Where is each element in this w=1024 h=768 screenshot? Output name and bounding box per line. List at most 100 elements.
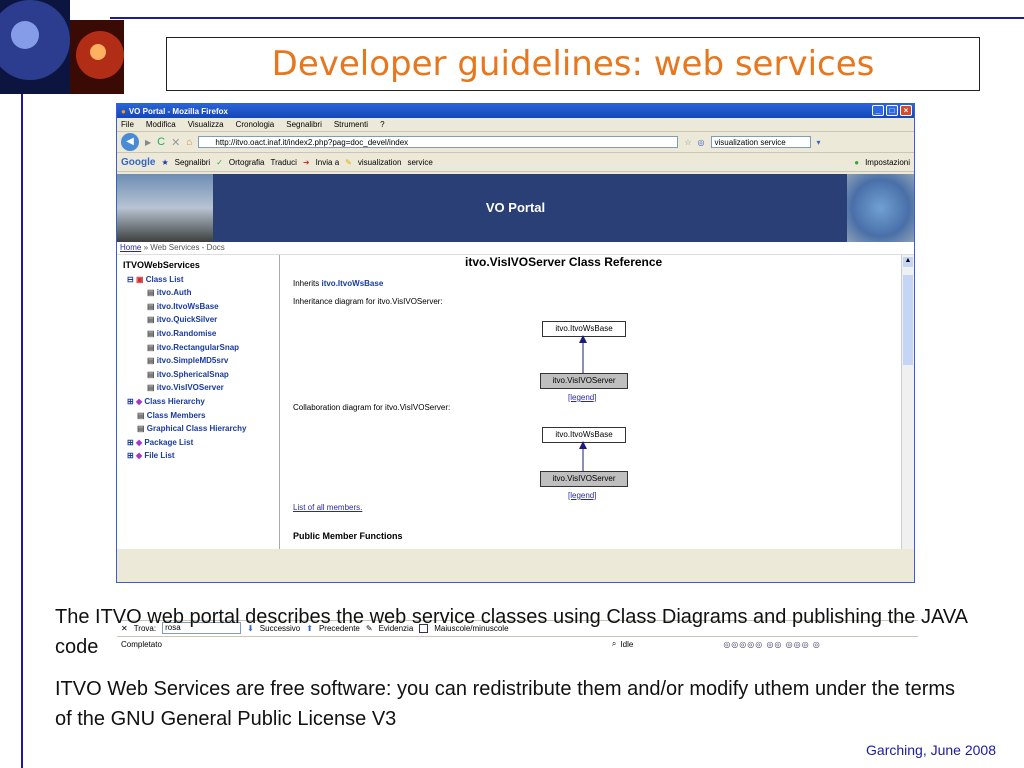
- collab-derived-box[interactable]: itvo.VisIVOServer: [540, 471, 628, 487]
- tree-item[interactable]: ▤ itvo.Randomise: [123, 327, 279, 341]
- search-go-icon[interactable]: ▾: [817, 138, 821, 147]
- spellcheck-icon[interactable]: ✓: [216, 158, 223, 167]
- tree-class-hierarchy[interactable]: ⊞ ◆ Class Hierarchy: [123, 395, 279, 409]
- legend-link-2[interactable]: [legend]: [568, 491, 596, 500]
- page-icon: ▤: [137, 410, 145, 420]
- paragraph-2: ITVO Web Services are free software: you…: [55, 678, 956, 730]
- tree-graphical-hierarchy[interactable]: ▤ Graphical Class Hierarchy: [123, 422, 279, 436]
- page-icon: ▤: [147, 383, 155, 393]
- page-icon: ▤: [147, 356, 155, 366]
- tree-item[interactable]: ▤ itvo.RectangularSnap: [123, 341, 279, 355]
- maximize-icon[interactable]: □: [886, 105, 898, 116]
- inherits-line: Inherits itvo.ItvoWsBase: [293, 279, 384, 288]
- menu-modifica[interactable]: Modifica: [146, 120, 176, 129]
- send-icon[interactable]: ➜: [303, 158, 310, 167]
- google-toolbar: Google ★ Segnalibri ✓ Ortografia Traduci…: [117, 153, 914, 172]
- google-logo[interactable]: Google: [121, 157, 155, 168]
- breadcrumb-rest: » Web Services - Docs: [143, 243, 225, 252]
- window-titlebar: ● VO Portal - Mozilla Firefox _ □ ×: [117, 104, 914, 118]
- home-link[interactable]: Home: [120, 243, 141, 252]
- book-icon: ▣: [135, 274, 144, 284]
- folder-icon: ◆: [135, 396, 143, 406]
- breadcrumb: Home » Web Services - Docs: [117, 242, 914, 255]
- menu-bar: File Modifica Visualizza Cronologia Segn…: [117, 118, 914, 132]
- page-icon: ▤: [147, 315, 155, 325]
- tree-item[interactable]: ▤ itvo.Auth: [123, 286, 279, 300]
- section-heading: Public Member Functions: [293, 531, 403, 541]
- navigation-toolbar: ◀ ▶ C ✕ ⌂ http://itvo.oact.inaf.it/index…: [117, 132, 914, 153]
- slide-title: Developer guidelines: web services: [271, 44, 875, 84]
- browser-window: ● VO Portal - Mozilla Firefox _ □ × File…: [116, 103, 918, 649]
- menu-visualizza[interactable]: Visualizza: [188, 120, 224, 129]
- menu-strumenti[interactable]: Strumenti: [334, 120, 368, 129]
- search-value: visualization service: [714, 138, 786, 147]
- page-icon: ▤: [147, 301, 155, 311]
- google-translate[interactable]: Traduci: [270, 158, 296, 167]
- menu-help[interactable]: ?: [380, 120, 384, 129]
- google-spell[interactable]: Ortografia: [229, 158, 265, 167]
- google-send[interactable]: Invia a: [316, 158, 340, 167]
- google-settings[interactable]: Impostazioni: [865, 158, 914, 167]
- stop-icon[interactable]: ✕: [171, 136, 180, 149]
- collab-arrow: [579, 441, 587, 471]
- home-icon[interactable]: ⌂: [186, 137, 192, 148]
- collab-label: Collaboration diagram for itvo.VisIVOSer…: [293, 403, 451, 412]
- url-text: http://itvo.oact.inaf.it/index2.php?pag=…: [215, 138, 409, 147]
- google-term2[interactable]: service: [407, 158, 432, 167]
- google-bookmarks[interactable]: Segnalibri: [175, 158, 211, 167]
- tree-file-list[interactable]: ⊞ ◆ File List: [123, 449, 279, 463]
- tree-item[interactable]: ▤ itvo.VisIVOServer: [123, 381, 279, 395]
- minimize-icon[interactable]: _: [872, 105, 884, 116]
- google-term1[interactable]: visualization: [358, 158, 402, 167]
- doc-tree-panel: ITVOWebServices ⊟ ▣ Class List ▤ itvo.Au…: [117, 255, 280, 549]
- highlight-icon[interactable]: ✎: [345, 158, 352, 167]
- top-border-line: [110, 17, 1024, 19]
- folder-icon: ◆: [135, 451, 143, 461]
- tree-package-list[interactable]: ⊞ ◆ Package List: [123, 436, 279, 450]
- scroll-up-icon[interactable]: ▲: [903, 257, 913, 267]
- firefox-icon: ●: [121, 106, 126, 116]
- doc-heading: itvo.VisIVOServer Class Reference: [465, 255, 663, 269]
- tree-item[interactable]: ▤ itvo.SimpleMD5srv: [123, 354, 279, 368]
- search-engine-icon[interactable]: ◎: [698, 138, 705, 147]
- window-title: VO Portal - Mozilla Firefox: [128, 106, 228, 116]
- page-icon: ▤: [147, 342, 155, 352]
- menu-cronologia[interactable]: Cronologia: [236, 120, 275, 129]
- page-icon: ▤: [137, 424, 145, 434]
- url-bar[interactable]: http://itvo.oact.inaf.it/index2.php?pag=…: [198, 136, 679, 148]
- doc-main-panel: itvo.VisIVOServer Class Reference Inheri…: [280, 255, 902, 549]
- tree-item[interactable]: ▤ itvo.ItvoWsBase: [123, 300, 279, 314]
- tree-root: ITVOWebServices: [123, 260, 200, 270]
- scroll-thumb[interactable]: [903, 275, 913, 365]
- inheritance-label: Inheritance diagram for itvo.VisIVOServe…: [293, 297, 443, 306]
- legend-link-1[interactable]: [legend]: [568, 393, 596, 402]
- bookmarks-icon[interactable]: ★: [161, 158, 168, 167]
- page-icon: ▤: [147, 328, 155, 338]
- menu-segnalibri[interactable]: Segnalibri: [286, 120, 322, 129]
- tree-item[interactable]: ▤ itvo.SphericalSnap: [123, 368, 279, 382]
- tree-item[interactable]: ▤ itvo.QuickSilver: [123, 313, 279, 327]
- settings-icon[interactable]: ●: [854, 158, 859, 167]
- tree-class-list[interactable]: ⊟ ▣ Class List: [123, 273, 279, 287]
- search-input[interactable]: visualization service: [710, 136, 811, 148]
- forward-icon[interactable]: ▶: [145, 138, 151, 147]
- tree-class-members[interactable]: ▤ Class Members: [123, 409, 279, 423]
- members-link[interactable]: List of all members.: [293, 503, 362, 512]
- page-icon: ▤: [147, 369, 155, 379]
- page-content: VO Portal Home » Web Services - Docs ITV…: [117, 174, 918, 649]
- nebula-corner-image: [0, 0, 124, 94]
- banner-title: VO Portal: [485, 200, 546, 215]
- close-icon[interactable]: ×: [900, 105, 912, 116]
- inherit-derived-box[interactable]: itvo.VisIVOServer: [540, 373, 628, 389]
- doc-scrollbar[interactable]: ▲: [901, 255, 914, 549]
- inherits-link[interactable]: itvo.ItvoWsBase: [321, 279, 383, 288]
- left-border-line: [21, 0, 23, 768]
- back-icon[interactable]: ◀: [121, 133, 139, 151]
- menu-file[interactable]: File: [121, 120, 134, 129]
- footer-text: Garching, June 2008: [866, 742, 996, 758]
- inherit-arrow: [579, 335, 587, 373]
- star-icon[interactable]: ☆: [684, 138, 691, 147]
- paragraph-1: The ITVO web portal describes the web se…: [55, 606, 967, 658]
- reload-icon[interactable]: C: [157, 136, 165, 148]
- slide-title-box: Developer guidelines: web services: [166, 37, 980, 91]
